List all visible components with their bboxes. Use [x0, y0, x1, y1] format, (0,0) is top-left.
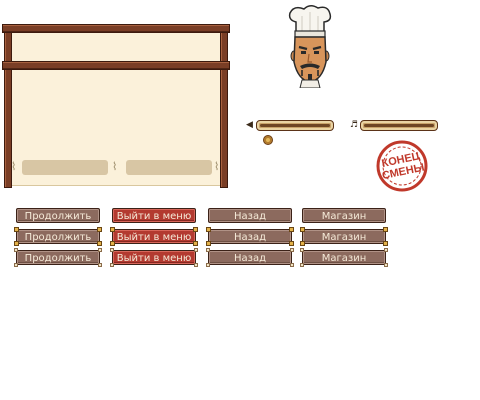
bolt-icon	[14, 227, 19, 232]
continue-label: Продолжить	[24, 253, 92, 264]
rivet-icon	[110, 263, 114, 267]
bolt-icon	[193, 227, 198, 232]
bolt-icon	[300, 227, 305, 232]
speaker-icon: ◀	[246, 120, 253, 130]
continue-button-framed[interactable]: Продолжить	[14, 248, 102, 267]
sound-volume-slider[interactable]	[256, 120, 334, 131]
rivet-icon	[98, 248, 102, 252]
bolt-icon	[300, 241, 305, 246]
rivet-icon	[300, 263, 304, 267]
bolt-icon	[383, 227, 388, 232]
exit-menu-button-bolted[interactable]: Выйти в меню	[110, 227, 198, 246]
rivet-icon	[384, 263, 388, 267]
ornament-middle-icon: ⌇	[112, 160, 118, 173]
chef-portrait-icon	[288, 5, 332, 88]
ornament-left-icon: ⌇	[11, 160, 17, 173]
music-volume-slider[interactable]	[360, 120, 438, 131]
dialog-slot-left[interactable]	[22, 160, 108, 175]
shop-label: Магазин	[321, 232, 367, 243]
rivet-icon	[110, 248, 114, 252]
rivet-icon	[14, 248, 18, 252]
frame-beam-middle	[2, 61, 230, 70]
back-button-bolted[interactable]: Назад	[206, 227, 294, 246]
continue-button-bolted[interactable]: Продолжить	[14, 227, 102, 246]
dialog-frame: ⌇ ⌇ ⌇	[2, 24, 230, 188]
dialog-header-panel	[8, 30, 224, 64]
bolt-icon	[110, 227, 115, 232]
back-button-framed[interactable]: Назад	[206, 248, 294, 267]
bolt-icon	[97, 241, 102, 246]
bolt-icon	[206, 241, 211, 246]
exit-menu-label: Выйти в меню	[116, 253, 192, 264]
frame-post-right	[220, 24, 228, 188]
music-volume-fill	[364, 124, 434, 127]
bolt-icon	[97, 227, 102, 232]
rivet-icon	[290, 263, 294, 267]
continue-label: Продолжить	[24, 232, 92, 243]
shop-button[interactable]: Магазин	[302, 208, 386, 223]
frame-beam-top	[2, 24, 230, 33]
bolt-icon	[289, 241, 294, 246]
rivet-icon	[194, 248, 198, 252]
rivet-icon	[300, 248, 304, 252]
back-label: Назад	[233, 232, 266, 243]
dialog-slot-right[interactable]	[126, 160, 212, 175]
bolt-icon	[14, 241, 19, 246]
round-knob-icon[interactable]	[263, 135, 273, 145]
rivet-icon	[14, 263, 18, 267]
end-shift-stamp: КОНЕЦ СМЕНЫ	[376, 140, 428, 192]
bolt-icon	[206, 227, 211, 232]
bolt-icon	[289, 227, 294, 232]
bolt-icon	[383, 241, 388, 246]
rivet-icon	[98, 263, 102, 267]
shop-button-bolted[interactable]: Магазин	[300, 227, 388, 246]
bolt-icon	[193, 241, 198, 246]
exit-menu-button-framed[interactable]: Выйти в меню	[110, 248, 198, 267]
rivet-icon	[194, 263, 198, 267]
exit-menu-label: Выйти в меню	[116, 232, 192, 243]
music-note-icon: ♬	[350, 120, 359, 130]
back-label: Назад	[233, 253, 266, 264]
shop-label: Магазин	[321, 253, 367, 264]
ornament-right-icon: ⌇	[214, 160, 220, 173]
rivet-icon	[384, 248, 388, 252]
rivet-icon	[206, 263, 210, 267]
rivet-icon	[290, 248, 294, 252]
continue-button[interactable]: Продолжить	[16, 208, 100, 223]
exit-menu-button[interactable]: Выйти в меню	[112, 208, 196, 223]
bolt-icon	[110, 241, 115, 246]
shop-button-framed[interactable]: Магазин	[300, 248, 388, 267]
back-button[interactable]: Назад	[208, 208, 292, 223]
sound-volume-fill	[260, 124, 330, 127]
rivet-icon	[206, 248, 210, 252]
